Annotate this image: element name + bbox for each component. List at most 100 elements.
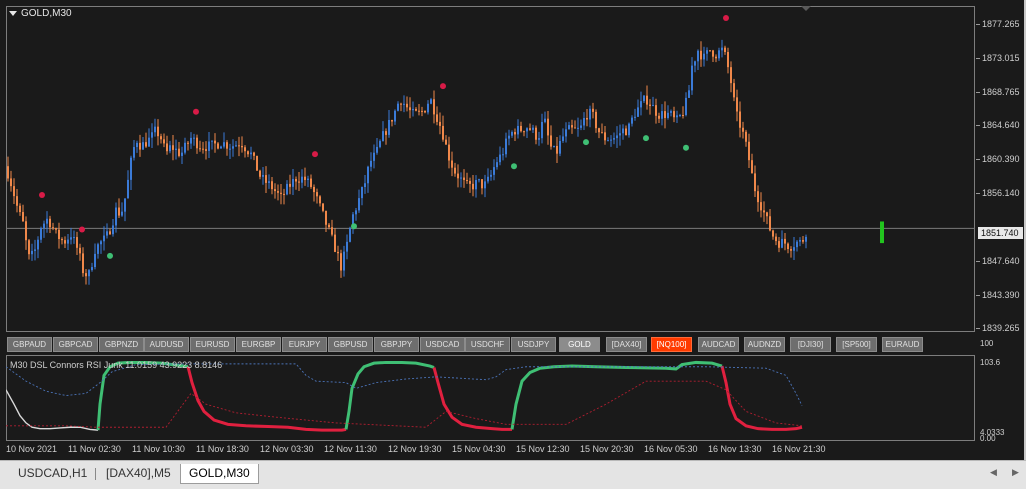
candle-body bbox=[43, 223, 45, 229]
candle-body bbox=[214, 140, 216, 144]
symbol-button-usdchf[interactable]: USDCHF bbox=[465, 337, 510, 352]
symbol-button-gbpaud[interactable]: GBPAUD bbox=[7, 337, 52, 352]
candle-body bbox=[127, 179, 129, 199]
price-chart-canvas[interactable] bbox=[6, 6, 975, 332]
indicator-line-down bbox=[432, 367, 512, 431]
candle-body bbox=[700, 50, 702, 60]
candle-body bbox=[592, 108, 594, 112]
tab-usdcad-h1[interactable]: USDCAD,H1 bbox=[10, 464, 95, 483]
time-axis[interactable]: 10 Nov 2021 11 Nov 02:30 11 Nov 10:30 11 No… bbox=[6, 442, 975, 456]
candle-body bbox=[481, 179, 483, 189]
tab-scroll-left-icon[interactable]: ◀ bbox=[990, 467, 997, 478]
candle-body bbox=[151, 132, 153, 138]
candle-body bbox=[229, 148, 231, 150]
symbol-button-usdcad[interactable]: USDCAD bbox=[420, 337, 465, 352]
candle-body bbox=[46, 218, 48, 224]
candle-body bbox=[283, 193, 285, 195]
symbol-button-dji30[interactable]: [DJI30] bbox=[790, 337, 831, 352]
signal-low-dot bbox=[583, 139, 589, 146]
tab-scroll-right-icon[interactable]: ▶ bbox=[1012, 467, 1019, 478]
tab-gold-m30[interactable]: GOLD,M30 bbox=[180, 464, 259, 484]
candle-body bbox=[328, 224, 330, 228]
candle-body bbox=[88, 270, 90, 277]
candle-body bbox=[430, 99, 432, 104]
candle-body bbox=[724, 47, 726, 52]
candle-body bbox=[505, 138, 507, 155]
candle-body bbox=[805, 236, 807, 242]
candle-body bbox=[745, 131, 747, 142]
candle-body bbox=[748, 141, 750, 161]
symbol-button-eurjpy[interactable]: EURJPY bbox=[282, 337, 327, 352]
candle-body bbox=[556, 145, 558, 154]
candle-body bbox=[124, 198, 126, 212]
candle-body bbox=[730, 67, 732, 84]
candle-body bbox=[667, 112, 669, 118]
collapse-triangle-icon[interactable] bbox=[9, 10, 17, 16]
candle-body bbox=[25, 221, 27, 241]
candle-body bbox=[244, 147, 246, 152]
time-tick-label: 10 Nov 2021 bbox=[6, 444, 58, 454]
candle-body bbox=[679, 114, 681, 116]
candle-body bbox=[70, 237, 72, 240]
indicator-scale-bottom: 0.00 bbox=[980, 434, 996, 443]
candle-body bbox=[169, 145, 171, 152]
candle-body bbox=[706, 50, 708, 54]
candle-body bbox=[370, 160, 372, 167]
symbol-button-audnzd[interactable]: AUDNZD bbox=[744, 337, 785, 352]
symbol-button-audusd[interactable]: AUDUSD bbox=[144, 337, 189, 352]
candle-body bbox=[277, 191, 279, 193]
candle-body bbox=[109, 231, 111, 235]
symbol-button-sp500[interactable]: [SP500] bbox=[836, 337, 877, 352]
candle-body bbox=[133, 147, 135, 158]
symbol-button-eurgbp[interactable]: EURGBP bbox=[236, 337, 281, 352]
candle-body bbox=[703, 53, 705, 60]
indicator-line-up bbox=[344, 360, 435, 430]
symbol-button-bar: GBPAUD GBPCAD GBPNZD AUDUSD EURUSD EURGBP EURJ… bbox=[6, 335, 975, 354]
candle-body bbox=[187, 142, 189, 144]
symbol-button-audcad[interactable]: AUDCAD bbox=[698, 337, 739, 352]
candle-body bbox=[208, 141, 210, 151]
symbol-button-nq100[interactable]: [NQ100] bbox=[651, 337, 692, 352]
signal-high-dot bbox=[79, 226, 85, 233]
symbol-button-gbpnzd[interactable]: GBPNZD bbox=[99, 337, 144, 352]
candle-body bbox=[76, 237, 78, 248]
symbol-button-gold[interactable]: GOLD bbox=[559, 337, 600, 352]
tab-dax40-m5[interactable]: [DAX40],M5 bbox=[98, 464, 179, 483]
symbol-button-gbpusd[interactable]: GBPUSD bbox=[328, 337, 373, 352]
symbol-button-gbpjpy[interactable]: GBPJPY bbox=[374, 337, 419, 352]
candle-body bbox=[154, 126, 156, 133]
candle-body bbox=[82, 253, 84, 274]
candle-body bbox=[97, 244, 99, 254]
candle-body bbox=[769, 216, 771, 231]
candle-body bbox=[778, 241, 780, 248]
candle-body bbox=[514, 132, 516, 135]
candle-body bbox=[739, 111, 741, 128]
symbol-title-text: GOLD,M30 bbox=[21, 8, 72, 19]
signal-high-dot bbox=[440, 83, 446, 90]
price-axis[interactable]: 1877.265 1873.015 1868.765 1864.640 1860.390… bbox=[976, 6, 1024, 333]
candle-body bbox=[619, 133, 621, 136]
symbol-button-euraud[interactable]: EURAUD bbox=[882, 337, 923, 352]
candle-body bbox=[289, 183, 291, 187]
symbol-button-usdjpy[interactable]: USDJPY bbox=[511, 337, 556, 352]
candle-body bbox=[397, 103, 399, 111]
candle-body bbox=[652, 105, 654, 107]
candle-body bbox=[55, 228, 57, 230]
candle-body bbox=[424, 110, 426, 113]
symbol-button-dax40[interactable]: [DAX40] bbox=[606, 337, 647, 352]
candle-body bbox=[472, 183, 474, 190]
candle-body bbox=[400, 103, 402, 105]
candle-body bbox=[784, 238, 786, 244]
candle-body bbox=[478, 179, 480, 181]
candle-body bbox=[385, 131, 387, 135]
candle-body bbox=[460, 177, 462, 179]
candle-body bbox=[388, 119, 390, 135]
candle-body bbox=[490, 174, 492, 177]
symbol-button-eurusd[interactable]: EURUSD bbox=[190, 337, 235, 352]
candle-body bbox=[682, 114, 684, 116]
candle-body bbox=[331, 227, 333, 235]
candle-body bbox=[412, 108, 414, 111]
symbol-button-gbpcad[interactable]: GBPCAD bbox=[53, 337, 98, 352]
signal-low-dot bbox=[683, 144, 689, 151]
indicator-line-neutral bbox=[6, 389, 99, 431]
